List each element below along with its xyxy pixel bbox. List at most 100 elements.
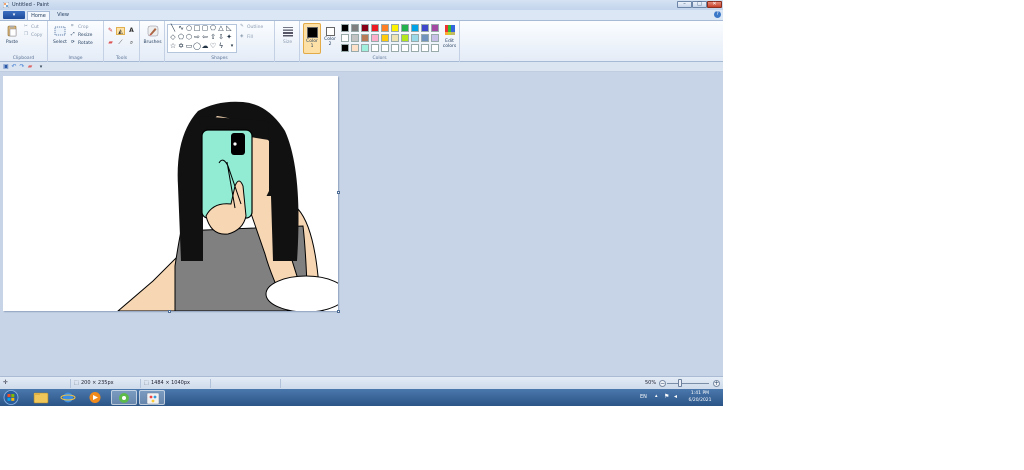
shape-heart[interactable]: ♡ (209, 43, 217, 50)
text-tool[interactable]: A (127, 27, 136, 35)
palette-swatch[interactable] (421, 44, 429, 52)
resize-button[interactable]: ⤢ Resize (71, 32, 92, 39)
drawing-canvas[interactable] (3, 76, 338, 311)
undo-button[interactable]: ↶ (11, 64, 17, 70)
shape-rounded-callout[interactable]: ▭ (185, 43, 193, 50)
palette-swatch[interactable] (391, 34, 399, 42)
shape-oval-callout[interactable]: ◯ (193, 43, 201, 50)
resize-handle-corner[interactable] (337, 310, 340, 313)
shapes-more-button[interactable]: ▾ (228, 43, 236, 50)
shape-hexagon[interactable]: ⬡ (185, 34, 193, 41)
shape-oval[interactable]: ○ (185, 25, 193, 32)
palette-swatch[interactable] (341, 44, 349, 52)
palette-swatch[interactable] (431, 44, 439, 52)
taskbar-media-player[interactable] (82, 390, 108, 405)
palette-swatch[interactable] (351, 34, 359, 42)
select-button[interactable]: Select (50, 25, 70, 45)
show-hidden-icons-button[interactable]: ▴ (655, 393, 658, 399)
maximize-button[interactable]: □ (692, 1, 707, 8)
palette-swatch[interactable] (351, 24, 359, 32)
palette-swatch[interactable] (381, 24, 389, 32)
shape-lightning[interactable]: ϟ (217, 43, 225, 50)
shape-line[interactable]: ╲ (169, 25, 177, 32)
palette-swatch[interactable] (381, 34, 389, 42)
palette-swatch[interactable] (361, 34, 369, 42)
shape-down-arrow[interactable]: ⇩ (217, 34, 225, 41)
color-picker-tool[interactable]: ⟋ (116, 39, 125, 47)
zoom-slider-track[interactable] (667, 383, 709, 384)
file-menu-button[interactable]: ▾ (3, 11, 25, 19)
palette-swatch[interactable] (391, 24, 399, 32)
zoom-in-button[interactable]: + (713, 380, 720, 387)
palette-swatch[interactable] (371, 34, 379, 42)
palette-swatch[interactable] (401, 24, 409, 32)
color1-button[interactable]: Color 1 (303, 23, 321, 54)
language-indicator[interactable]: EN (640, 394, 647, 400)
palette-swatch[interactable] (431, 24, 439, 32)
shape-right-arrow[interactable]: ⇨ (193, 34, 201, 41)
resize-handle-right[interactable] (337, 191, 340, 194)
palette-swatch[interactable] (401, 34, 409, 42)
fill-tool[interactable]: ◭ (116, 27, 125, 35)
help-button[interactable]: ? (714, 11, 721, 18)
color2-button[interactable]: Color 2 (322, 23, 338, 54)
shape-rectangle[interactable]: □ (193, 25, 201, 32)
taskbar-explorer[interactable] (28, 390, 54, 405)
shape-six-point-star[interactable]: ✡ (177, 43, 185, 50)
taskbar-browser[interactable] (111, 390, 137, 405)
shape-diamond[interactable]: ◇ (169, 34, 177, 41)
clock-date[interactable]: 6/20/2021 (685, 398, 715, 403)
zoom-slider-thumb[interactable] (678, 379, 682, 387)
copy-button[interactable]: ❐ Copy (24, 32, 42, 39)
palette-swatch[interactable] (411, 24, 419, 32)
palette-swatch[interactable] (431, 34, 439, 42)
shape-pentagon[interactable]: ⬠ (177, 34, 185, 41)
shape-five-point-star[interactable]: ☆ (169, 43, 177, 50)
volume-icon[interactable]: ◂ (674, 393, 677, 400)
palette-swatch[interactable] (341, 24, 349, 32)
palette-swatch[interactable] (361, 24, 369, 32)
palette-swatch[interactable] (401, 44, 409, 52)
shape-cloud-callout[interactable]: ☁ (201, 43, 209, 50)
paste-button[interactable]: Paste (3, 25, 21, 45)
shape-polygon[interactable]: ⬠ (209, 25, 217, 32)
palette-swatch[interactable] (371, 44, 379, 52)
clock-time[interactable]: 1:41 PM (685, 391, 715, 396)
palette-swatch[interactable] (341, 34, 349, 42)
redo-button[interactable]: ↷ (19, 64, 25, 70)
eraser-tool[interactable]: ▰ (106, 39, 115, 47)
zoom-out-button[interactable]: − (659, 380, 666, 387)
cut-button[interactable]: ✂ Cut (24, 24, 39, 31)
resize-handle-bottom[interactable] (168, 310, 171, 313)
edit-colors-button[interactable]: Edit colors (440, 24, 459, 49)
shape-curve[interactable]: ∿ (177, 25, 185, 32)
shape-left-arrow[interactable]: ⇦ (201, 34, 209, 41)
palette-swatch[interactable] (411, 34, 419, 42)
qat-eraser-button[interactable]: ▰ (27, 64, 33, 70)
palette-swatch[interactable] (391, 44, 399, 52)
tab-home[interactable]: Home (27, 11, 50, 20)
rotate-button[interactable]: ⟳ Rotate (71, 40, 93, 47)
minimize-button[interactable]: – (677, 1, 692, 8)
shape-triangle[interactable]: △ (217, 25, 225, 32)
start-button[interactable] (1, 390, 21, 405)
customize-qat-button[interactable]: ▾ (38, 64, 44, 70)
action-center-icon[interactable]: ⚑ (664, 393, 669, 400)
palette-swatch[interactable] (421, 24, 429, 32)
taskbar-internet-explorer[interactable] (55, 390, 81, 405)
fill-dropdown[interactable]: ◈ Fill (240, 34, 253, 41)
pencil-tool[interactable]: ✎ (106, 27, 115, 35)
brushes-button[interactable]: Brushes (141, 25, 164, 45)
save-button[interactable]: ▣ (3, 64, 9, 70)
crop-button[interactable]: ⌗ Crop (71, 24, 89, 31)
palette-swatch[interactable] (361, 44, 369, 52)
close-button[interactable]: ✕ (707, 1, 722, 8)
taskbar-paint[interactable] (139, 390, 165, 405)
tab-view[interactable]: View (52, 11, 74, 20)
size-button[interactable]: Size (277, 25, 298, 45)
shape-four-point-star[interactable]: ✦ (225, 34, 233, 41)
outline-dropdown[interactable]: ✎ Outline (240, 24, 263, 31)
palette-swatch[interactable] (371, 24, 379, 32)
magnifier-tool[interactable]: ⌕ (127, 39, 136, 47)
shape-right-triangle[interactable]: ◺ (225, 25, 233, 32)
